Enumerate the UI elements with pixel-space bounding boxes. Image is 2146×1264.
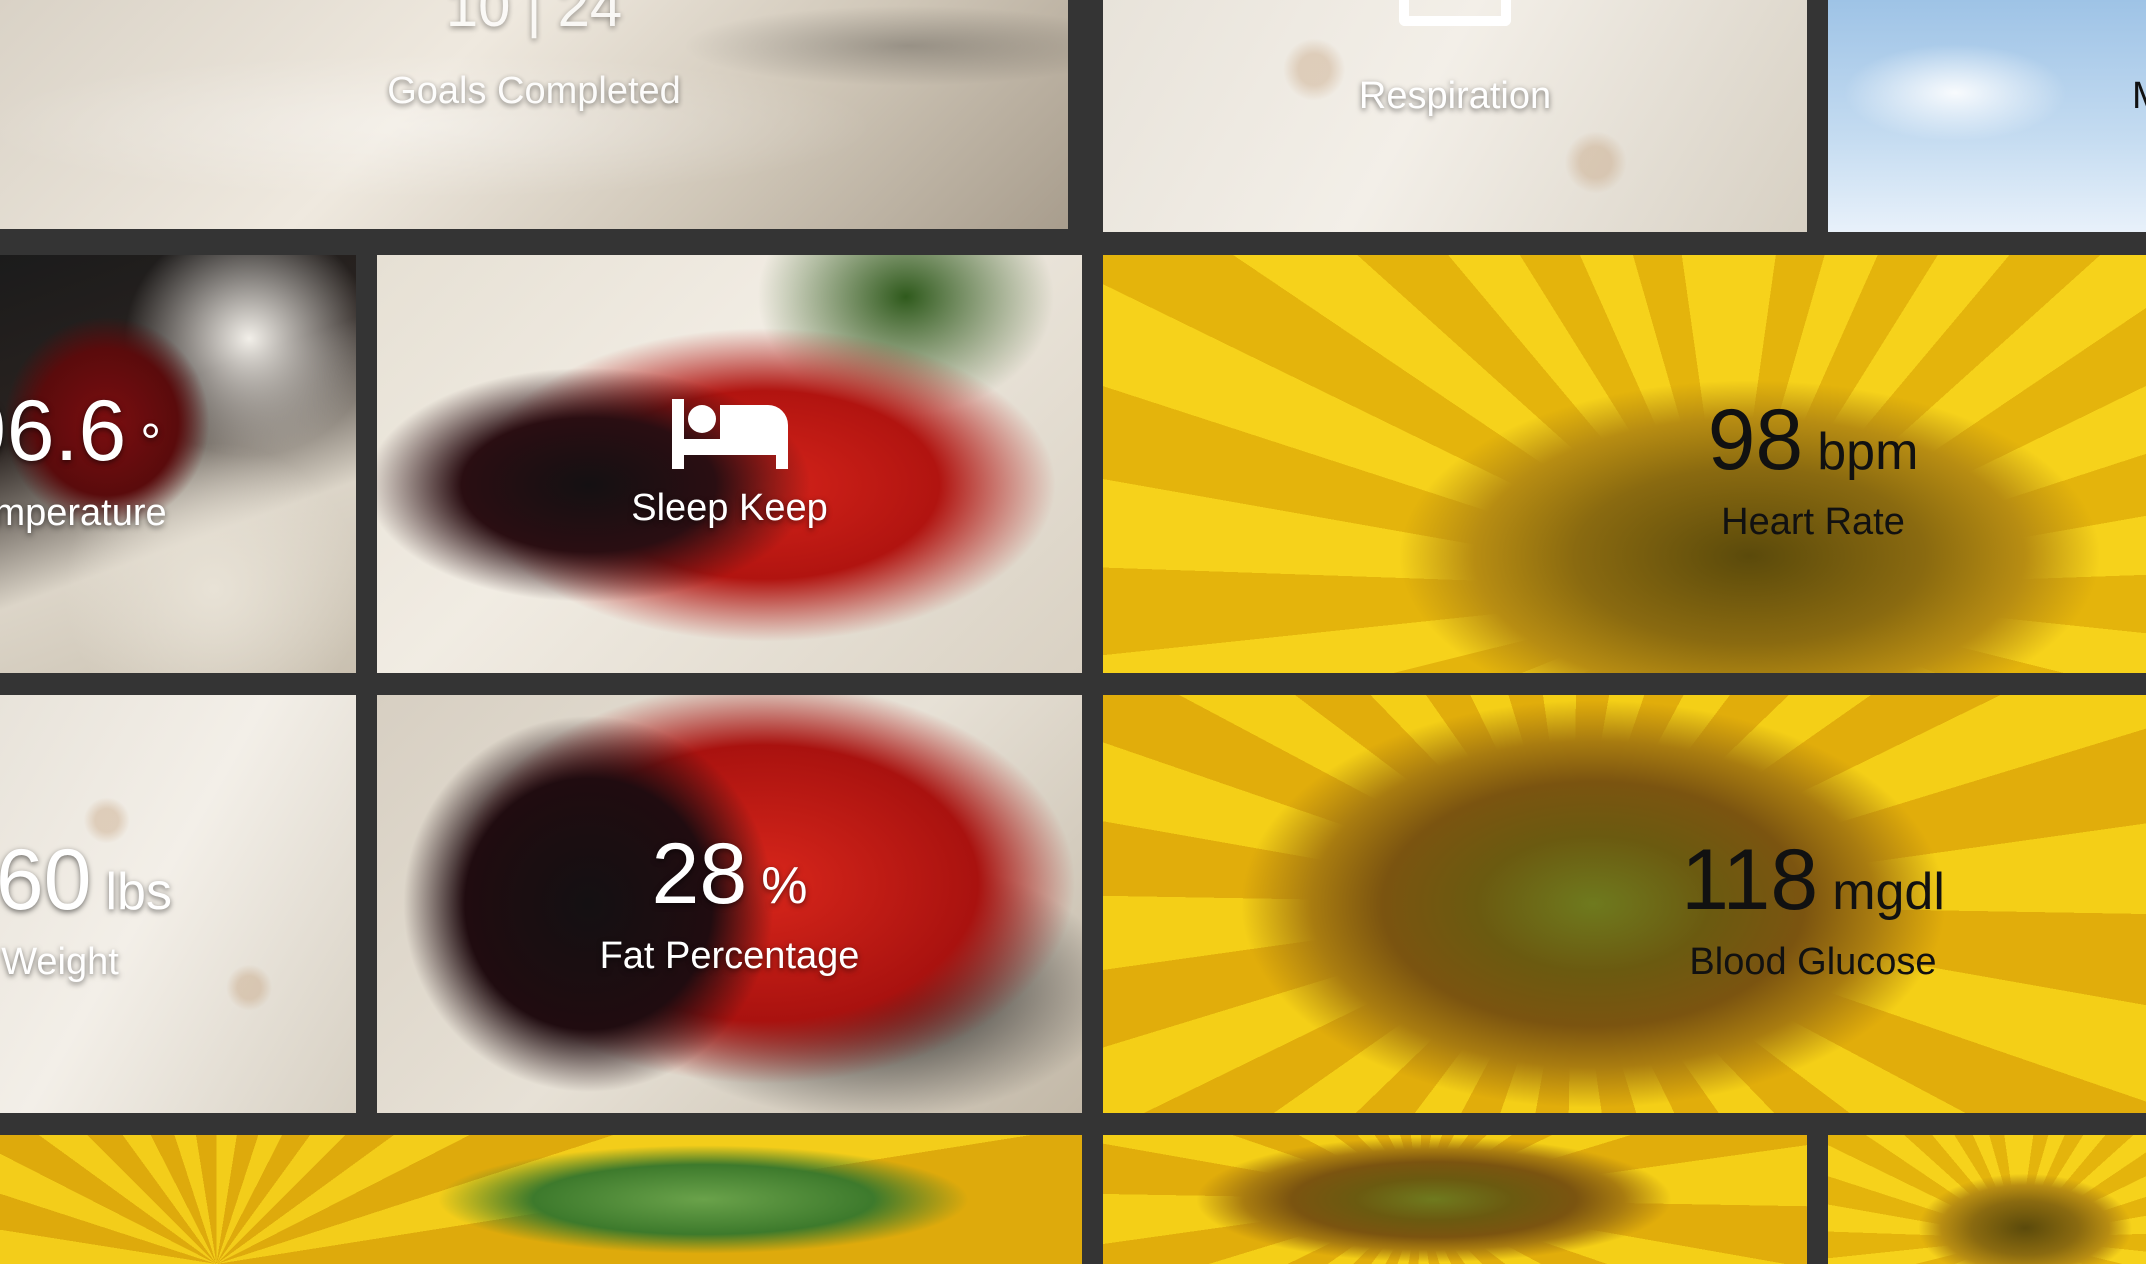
temperature-tile[interactable]: 96.6 ° Temperature [0,255,356,673]
sleep-label: Sleep Keep [631,486,828,529]
sleep-tile[interactable]: Sleep Keep [377,255,1082,673]
heart-rate-content: 98 bpm Heart Rate [1523,397,2103,544]
respiration-icon [1399,0,1511,26]
fat-label: Fat Percentage [599,934,860,977]
weight-label: Weight [1,941,119,983]
goals-value: 10 | 24 [445,0,623,39]
goals-label: Goals Completed [387,70,681,112]
blood-glucose-tile[interactable]: 118 mgdl Blood Glucose [1103,695,2146,1113]
fat-percentage-tile[interactable]: 28 % Fat Percentage [377,695,1082,1113]
temperature-content: 96.6 ° Temperature [0,388,356,535]
bottom-right-tile[interactable] [1828,1135,2146,1264]
respiration-label: Respiration [1358,75,1552,117]
fat-unit: % [761,856,808,915]
heart-rate-tile[interactable]: 98 bpm Heart Rate [1103,255,2146,673]
tile-background [1103,1135,1807,1264]
weight-content: 160 lbs Weight [0,837,356,984]
tile-background [1828,1135,2146,1264]
glucose-label: Blood Glucose [1689,941,1937,983]
weight-tile[interactable]: 160 lbs Weight [0,695,356,1113]
tile-background [1828,0,2146,232]
respiration-tile[interactable]: Respiration [1103,0,1807,232]
glucose-content: 118 mgdl Blood Glucose [1523,837,2103,984]
respiration-content: Respiration [1103,0,1807,232]
temperature-unit: ° [140,414,162,472]
bottom-middle-tile[interactable] [1103,1135,1807,1264]
temperature-label: Temperature [0,492,167,534]
tile-background [0,1135,1082,1264]
goals-content: 10 | 24 Goals Completed [0,0,1068,229]
glucose-value: 118 [1681,832,1819,928]
weight-value: 160 [0,832,92,928]
heart-rate-value: 98 [1707,392,1804,488]
fat-value: 28 [651,825,748,922]
fat-content: 28 % Fat Percentage [377,695,1082,1113]
heart-rate-unit: bpm [1817,423,1919,481]
dashboard-grid: 10 | 24 Goals Completed Respiration M 96… [0,0,2146,1264]
bottom-left-tile[interactable] [0,1135,1082,1264]
goals-completed-tile[interactable]: 10 | 24 Goals Completed [0,0,1068,229]
sleep-content: Sleep Keep [377,255,1082,673]
temperature-value: 96.6 [0,383,127,479]
glucose-unit: mgdl [1832,863,1945,921]
sky-tile-label: M [2132,75,2146,118]
bed-icon [671,398,788,469]
weight-unit: lbs [105,863,172,921]
sky-tile[interactable]: M [1828,0,2146,232]
heart-rate-label: Heart Rate [1721,501,1905,543]
